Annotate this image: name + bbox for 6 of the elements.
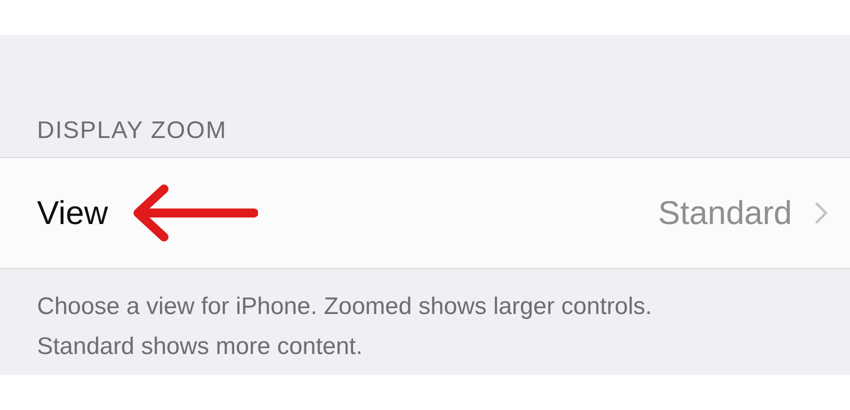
settings-row[interactable]: View Standard [0, 157, 850, 269]
footer-text: Choose a view for iPhone. Zoomed shows larger controls. Standard shows more content. [36, 292, 653, 362]
row-label: View [37, 194, 108, 232]
section-header: DISPLAY ZOOM [36, 116, 228, 146]
row-value: Standard [658, 194, 792, 232]
chevron-icon [814, 201, 828, 225]
